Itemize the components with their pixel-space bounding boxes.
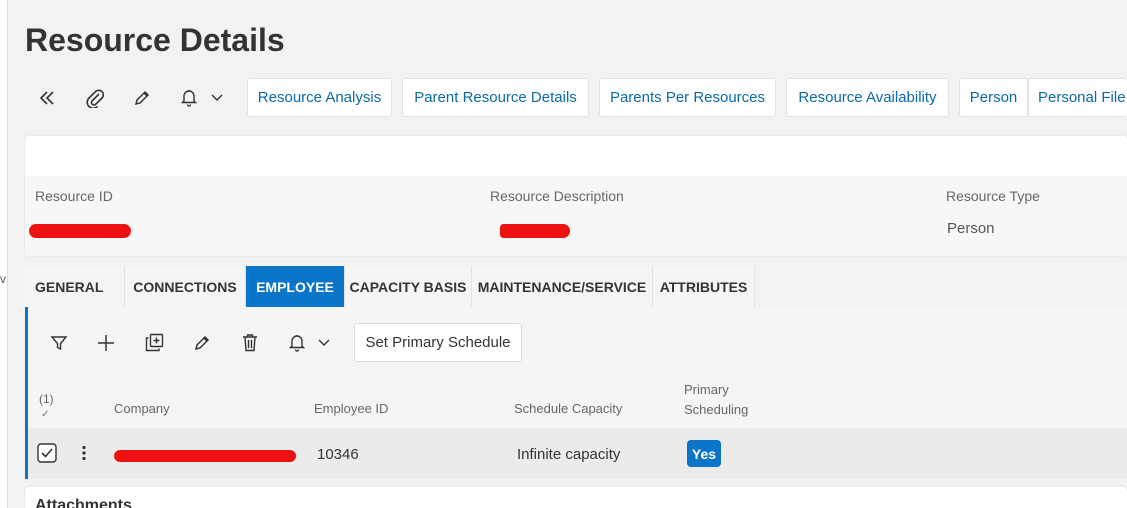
detail-tabs: GENERAL CONNECTIONS EMPLOYEE CAPACITY BA… (25, 266, 1127, 307)
double-chevron-left-icon[interactable] (27, 78, 67, 117)
row-menu-icon[interactable] (81, 445, 87, 461)
resource-type-label: Resource Type (946, 188, 1040, 204)
set-primary-schedule-button[interactable]: Set Primary Schedule (354, 323, 522, 362)
column-header-schedule-capacity[interactable]: Schedule Capacity (514, 401, 622, 416)
attachments-title: Attachments (35, 497, 132, 508)
employee-panel: Set Primary Schedule (1) ✓ Company Emplo… (25, 307, 1127, 479)
person-button[interactable]: Person (959, 78, 1028, 117)
trash-icon[interactable] (235, 323, 265, 362)
header-fields: Resource ID Resource Description Resourc… (25, 176, 1127, 256)
resource-id-label: Resource ID (35, 188, 113, 204)
page-title: Resource Details (25, 22, 285, 58)
column-header-employee-id[interactable]: Employee ID (314, 401, 388, 416)
tab-employee[interactable]: EMPLOYEE (246, 266, 345, 307)
tab-capacity-basis[interactable]: CAPACITY BASIS (345, 266, 472, 307)
duplicate-icon[interactable] (139, 323, 169, 362)
tab-maintenance-service[interactable]: MAINTENANCE/SERVICE (472, 266, 653, 307)
chevron-down-icon[interactable] (197, 78, 237, 117)
paperclip-icon[interactable] (75, 78, 115, 117)
top-toolbar: Resource Analysis Parent Resource Detail… (25, 78, 1127, 117)
chevron-down-icon[interactable] (313, 323, 335, 362)
schedule-capacity-cell: Infinite capacity (517, 446, 621, 463)
filter-icon[interactable] (44, 323, 74, 362)
column-header-primary-scheduling[interactable]: Primary Scheduling (684, 380, 764, 420)
tab-connections[interactable]: CONNECTIONS (125, 266, 246, 307)
plus-icon[interactable] (91, 323, 121, 362)
bell-icon[interactable] (282, 323, 312, 362)
resource-type-value: Person (947, 220, 995, 237)
left-edge-mark: v (0, 272, 6, 286)
table-row[interactable]: 10346 Infinite capacity Yes (28, 428, 1127, 479)
select-all-check-icon[interactable]: ✓ (41, 409, 49, 420)
parents-per-resources-button[interactable]: Parents Per Resources (599, 78, 776, 117)
personal-file-button[interactable]: Personal File (1028, 78, 1127, 117)
resource-analysis-button[interactable]: Resource Analysis (247, 78, 392, 117)
redaction-mark (500, 224, 570, 238)
parent-resource-details-button[interactable]: Parent Resource Details (402, 78, 589, 117)
pencil-icon[interactable] (122, 78, 162, 117)
resource-header-card: Resource ID Resource Description Resourc… (25, 136, 1127, 256)
attachments-section: Attachments (25, 487, 1127, 508)
redaction-mark (114, 450, 296, 462)
redaction-mark (29, 224, 131, 238)
pencil-icon[interactable] (187, 323, 217, 362)
tab-general[interactable]: GENERAL (25, 266, 125, 307)
left-edge-strip (0, 0, 8, 508)
column-header-company[interactable]: Company (114, 401, 170, 416)
primary-scheduling-badge: Yes (687, 440, 721, 467)
employee-id-cell: 10346 (317, 446, 359, 463)
resource-description-label: Resource Description (490, 188, 624, 204)
resource-availability-button[interactable]: Resource Availability (786, 78, 949, 117)
selection-count: (1) (39, 392, 54, 406)
row-checkbox[interactable] (37, 443, 57, 463)
tab-attributes[interactable]: ATTRIBUTES (653, 266, 755, 307)
